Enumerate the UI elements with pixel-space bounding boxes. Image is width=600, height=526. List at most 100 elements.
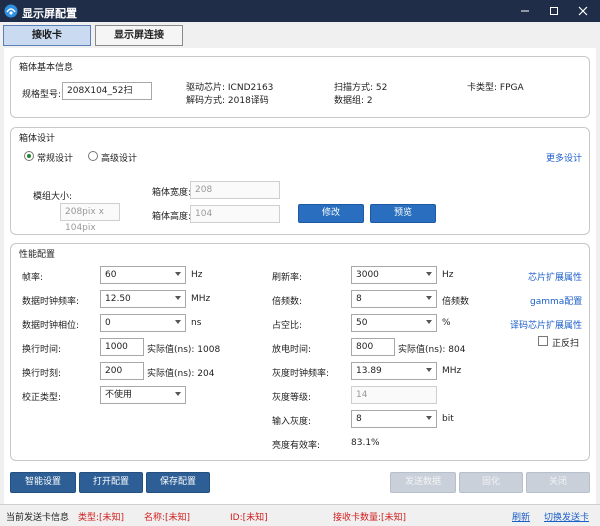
- discharge-label: 放电时间:: [272, 345, 312, 355]
- correction-value: 不使用: [105, 390, 133, 400]
- performance-title: 性能配置: [19, 250, 56, 260]
- module-size-field[interactable]: 208pix x 104pix: [60, 203, 120, 233]
- data-clock-select[interactable]: 12.50: [100, 290, 186, 308]
- frame-rate-unit: Hz: [191, 270, 203, 280]
- status-bar: 当前发送卡信息 类型:[未知] 名称:[未知] ID:[未知] 接收卡数量:[未…: [0, 504, 600, 526]
- minimize-icon: [521, 10, 529, 12]
- scan-mode-text: 扫描方式: 52: [334, 83, 388, 93]
- duty-value: 50: [356, 318, 368, 328]
- gray-clock-value: 13.89: [356, 366, 382, 376]
- close-icon: [578, 6, 588, 16]
- decoder-ext-link[interactable]: 译码芯片扩展属性: [510, 318, 582, 331]
- current-card-label: 当前发送卡信息: [6, 513, 70, 523]
- minimize-button[interactable]: [510, 0, 540, 22]
- normal-design-radio[interactable]: [24, 151, 34, 161]
- card-type-text: 卡类型: FPGA: [467, 83, 524, 93]
- multiplier-select[interactable]: 8: [351, 290, 437, 308]
- cabinet-design-title: 箱体设计: [19, 134, 56, 144]
- correction-label: 校正类型:: [22, 393, 62, 403]
- gamma-config-link[interactable]: gamma配置: [530, 294, 582, 307]
- preview-button[interactable]: 预览: [370, 204, 436, 223]
- data-phase-unit: ns: [191, 318, 202, 328]
- advanced-design-radio[interactable]: [88, 151, 98, 161]
- advanced-design-label[interactable]: 高级设计: [101, 151, 137, 164]
- app-logo-icon: [4, 4, 18, 18]
- modify-button[interactable]: 修改: [298, 204, 364, 223]
- data-clock-label: 数据时钟频率:: [22, 297, 80, 307]
- multiplier-label: 倍频数:: [272, 297, 303, 307]
- close-button[interactable]: 关闭: [526, 472, 590, 493]
- data-phase-select[interactable]: 0: [100, 314, 186, 332]
- send-data-button[interactable]: 发送数据: [390, 472, 456, 493]
- refresh-value: 3000: [356, 270, 379, 280]
- line-time-actual: 实际值(ns): 1008: [147, 345, 221, 355]
- receiver-count-status: 接收卡数量:[未知]: [333, 513, 407, 523]
- solidify-button[interactable]: 固化: [459, 472, 523, 493]
- gray-level-field[interactable]: 14: [351, 386, 437, 404]
- gray-clock-select[interactable]: 13.89: [351, 362, 437, 380]
- open-config-button[interactable]: 打开配置: [79, 472, 143, 493]
- maximize-button[interactable]: [539, 0, 569, 22]
- frame-rate-select[interactable]: 60: [100, 266, 186, 284]
- close-window-button[interactable]: [568, 0, 598, 22]
- window-title: 显示屏配置: [22, 7, 77, 20]
- card-id-status: ID:[未知]: [230, 513, 268, 523]
- gray-level-label: 灰度等级:: [272, 393, 312, 403]
- gray-clock-unit: MHz: [442, 366, 462, 376]
- line-timing-label: 换行时刻:: [22, 369, 62, 379]
- refresh-label: 刷新率:: [272, 273, 303, 283]
- chevron-down-icon: [175, 272, 181, 276]
- cabinet-height-label: 箱体高度:: [152, 212, 192, 222]
- duty-unit: %: [442, 318, 451, 328]
- data-clock-unit: MHz: [191, 294, 211, 304]
- cabinet-width-field[interactable]: 208: [190, 181, 280, 199]
- multiplier-value: 8: [356, 294, 362, 304]
- reverse-scan-checkbox[interactable]: [538, 336, 548, 346]
- refresh-select[interactable]: 3000: [351, 266, 437, 284]
- module-size-label: 模组大小:: [33, 192, 73, 202]
- tab-receiver-card[interactable]: 接收卡: [3, 25, 91, 46]
- chevron-down-icon: [426, 320, 432, 324]
- card-name-status: 名称:[未知]: [144, 513, 191, 523]
- frame-rate-label: 帧率:: [22, 273, 44, 283]
- switch-card-link[interactable]: 切换发送卡: [544, 510, 589, 523]
- discharge-field[interactable]: 800: [351, 338, 395, 356]
- tab-bar: 接收卡 显示屏连接: [0, 22, 600, 48]
- gray-clock-label: 灰度时钟频率:: [272, 369, 330, 379]
- discharge-actual: 实际值(ns): 804: [398, 345, 466, 355]
- smart-setting-button[interactable]: 智能设置: [10, 472, 76, 493]
- data-phase-value: 0: [105, 318, 111, 328]
- input-gray-value: 8: [356, 414, 362, 424]
- cabinet-width-label: 箱体宽度:: [152, 188, 192, 198]
- data-phase-label: 数据时钟相位:: [22, 321, 80, 331]
- spec-value-field[interactable]: 208X104_52扫: [62, 82, 152, 100]
- reverse-scan-label[interactable]: 正反扫: [552, 336, 579, 349]
- input-gray-select[interactable]: 8: [351, 410, 437, 428]
- correction-select[interactable]: 不使用: [100, 386, 186, 404]
- chip-ext-link[interactable]: 芯片扩展属性: [528, 270, 582, 283]
- title-bar: 显示屏配置: [0, 0, 600, 22]
- cabinet-height-field[interactable]: 104: [190, 205, 280, 223]
- tab-screen-connection[interactable]: 显示屏连接: [95, 25, 183, 46]
- line-timing-field[interactable]: 200: [100, 362, 144, 380]
- duty-select[interactable]: 50: [351, 314, 437, 332]
- chevron-down-icon: [426, 368, 432, 372]
- input-gray-unit: bit: [442, 414, 454, 424]
- refresh-unit: Hz: [442, 270, 454, 280]
- line-time-field[interactable]: 1000: [100, 338, 144, 356]
- more-design-link[interactable]: 更多设计: [546, 151, 582, 164]
- save-config-button[interactable]: 保存配置: [146, 472, 210, 493]
- maximize-icon: [550, 7, 558, 15]
- normal-design-label[interactable]: 常规设计: [37, 151, 73, 164]
- refresh-link[interactable]: 刷新: [512, 510, 530, 523]
- input-gray-label: 输入灰度:: [272, 417, 312, 427]
- multiplier-unit: 倍频数: [442, 297, 470, 307]
- spec-label: 规格型号:: [22, 90, 62, 100]
- chevron-down-icon: [175, 296, 181, 300]
- cabinet-info-title: 箱体基本信息: [19, 63, 74, 73]
- duty-label: 占空比:: [272, 321, 303, 331]
- chevron-down-icon: [426, 272, 432, 276]
- line-time-label: 换行时间:: [22, 345, 62, 355]
- driver-chip-text: 驱动芯片: ICND2163: [186, 83, 274, 93]
- chevron-down-icon: [426, 416, 432, 420]
